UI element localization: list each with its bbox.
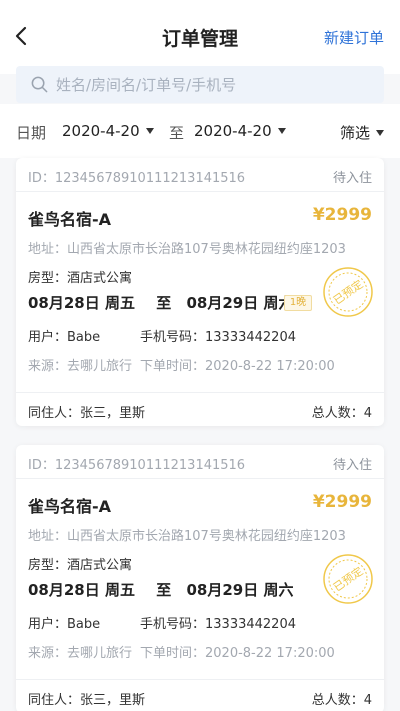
room-type: 房型：酒店式公寓 — [28, 271, 133, 286]
date-to: 至 — [156, 581, 172, 599]
check-out-date: 08月29日 周六 — [186, 581, 294, 599]
date-separator: 至 — [169, 124, 185, 142]
stay-dates: 08月28日 周五 至 08月29日 周六 — [28, 579, 299, 600]
order-phone: 手机号码：13333442204 — [140, 617, 296, 632]
check-out-date: 08月29日 周六 — [186, 294, 294, 312]
order-user: 用户：Babe — [28, 330, 101, 345]
header-bar: 订单管理 新建订单 — [0, 0, 400, 74]
order-card[interactable]: ID：12345678910111213141516 待入住 雀鸟名宿-A ¥2… — [16, 158, 384, 426]
co-guests: 同住人：张三，里斯 — [28, 406, 146, 421]
booked-stamp-icon: 已预定 — [323, 267, 373, 317]
new-order-button[interactable]: 新建订单 — [324, 27, 384, 48]
search-icon — [31, 76, 48, 93]
total-guests: 总人数：4 — [311, 693, 372, 708]
check-in-date: 08月28日 周五 — [28, 294, 135, 312]
card-divider — [16, 392, 384, 393]
order-card-header: ID：12345678910111213141516 待入住 — [16, 445, 384, 479]
order-phone: 手机号码：13333442204 — [140, 330, 296, 345]
caret-down-icon — [145, 127, 154, 134]
caret-down-icon — [376, 129, 384, 136]
nights-badge: 1晚 — [284, 295, 312, 311]
order-time: 下单时间：2020-8-22 17:20:00 — [140, 359, 335, 374]
order-price: ¥2999 — [312, 205, 372, 225]
check-in-date: 08月28日 周五 — [28, 581, 135, 599]
booked-stamp-icon: 已预定 — [323, 554, 373, 604]
order-price: ¥2999 — [312, 492, 372, 512]
order-address: 地址：山西省太原市长治路107号奥林花园纽约座1203 — [28, 529, 346, 544]
room-type: 房型：酒店式公寓 — [28, 558, 133, 573]
order-id: ID：12345678910111213141516 — [28, 458, 246, 473]
filter-label: 筛选 — [339, 124, 370, 142]
date-label: 日期 — [16, 124, 47, 142]
order-time: 下单时间：2020-8-22 17:20:00 — [140, 646, 335, 661]
start-date-select[interactable]: 2020-4-20 — [62, 122, 154, 140]
order-source: 来源：去哪儿旅行 — [28, 359, 133, 374]
order-status: 待入住 — [332, 458, 372, 473]
search-input[interactable] — [56, 66, 376, 103]
date-to: 至 — [156, 294, 172, 312]
order-user: 用户：Babe — [28, 617, 101, 632]
end-date-value: 2020-4-20 — [194, 122, 272, 140]
stay-dates: 08月28日 周五 至 08月29日 周六 — [28, 292, 299, 313]
stamp-text: 已预定 — [330, 277, 365, 307]
co-guests: 同住人：张三，里斯 — [28, 693, 146, 708]
order-id: ID：12345678910111213141516 — [28, 171, 246, 186]
order-status: 待入住 — [332, 171, 372, 186]
caret-down-icon — [277, 127, 286, 134]
order-address: 地址：山西省太原市长治路107号奥林花园纽约座1203 — [28, 242, 346, 257]
filter-bar: 日期 2020-4-20 至 2020-4-20 筛选 — [0, 104, 400, 158]
order-source: 来源：去哪儿旅行 — [28, 646, 133, 661]
order-card[interactable]: ID：12345678910111213141516 待入住 雀鸟名宿-A ¥2… — [16, 445, 384, 711]
card-divider — [16, 679, 384, 680]
hotel-name: 雀鸟名宿-A — [28, 497, 112, 516]
hotel-name: 雀鸟名宿-A — [28, 210, 112, 229]
filter-button[interactable]: 筛选 — [340, 122, 384, 143]
end-date-select[interactable]: 2020-4-20 — [194, 122, 286, 140]
start-date-value: 2020-4-20 — [62, 122, 140, 140]
search-bar[interactable] — [16, 66, 384, 103]
total-guests: 总人数：4 — [311, 406, 372, 421]
stamp-text: 已预定 — [330, 564, 365, 594]
order-card-header: ID：12345678910111213141516 待入住 — [16, 158, 384, 192]
